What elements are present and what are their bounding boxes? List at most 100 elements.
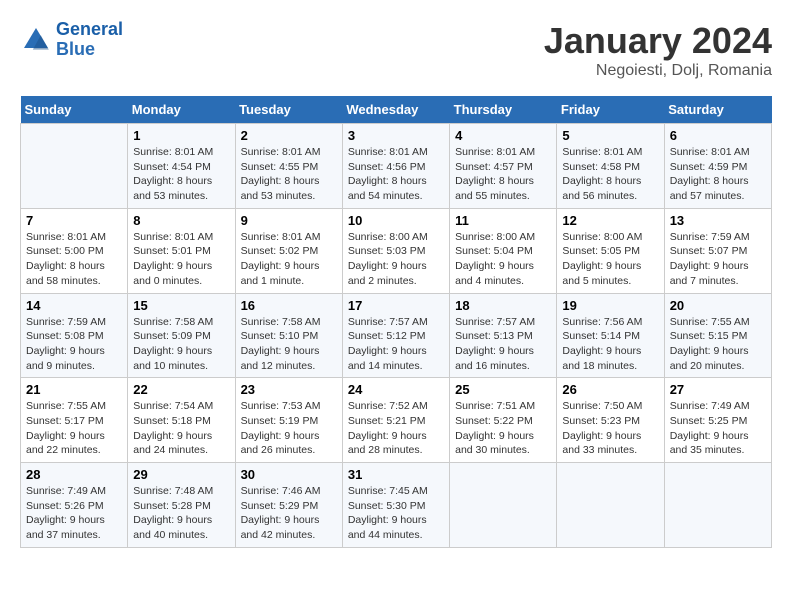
calendar-week-2: 7Sunrise: 8:01 AMSunset: 5:00 PMDaylight… — [21, 208, 772, 293]
calendar-cell: 27 Sunrise: 7:49 AMSunset: 5:25 PMDayligh… — [664, 378, 771, 463]
day-detail: Sunrise: 7:48 AMSunset: 5:28 PMDaylight:… — [133, 484, 229, 543]
day-detail: Sunrise: 7:55 AMSunset: 5:15 PMDaylight:… — [670, 315, 766, 374]
weekday-header-thursday: Thursday — [450, 96, 557, 124]
calendar-week-3: 14 Sunrise: 7:59 AMSunset: 5:08 PMDayligh… — [21, 293, 772, 378]
day-detail: Sunrise: 7:45 AMSunset: 5:30 PMDaylight:… — [348, 484, 444, 543]
logo-line1: General — [56, 19, 123, 39]
day-number: 20 — [670, 298, 766, 313]
day-number: 6 — [670, 128, 766, 143]
day-number: 27 — [670, 382, 766, 397]
day-detail: Sunrise: 7:56 AMSunset: 5:14 PMDaylight:… — [562, 315, 658, 374]
day-detail: Sunrise: 8:01 AMSunset: 4:55 PMDaylight:… — [241, 145, 337, 204]
calendar-cell: 24 Sunrise: 7:52 AMSunset: 5:21 PMDayligh… — [342, 378, 449, 463]
logo-line2: Blue — [56, 39, 95, 59]
calendar-cell: 15 Sunrise: 7:58 AMSunset: 5:09 PMDayligh… — [128, 293, 235, 378]
day-number: 14 — [26, 298, 122, 313]
weekday-header-tuesday: Tuesday — [235, 96, 342, 124]
calendar-week-5: 28 Sunrise: 7:49 AMSunset: 5:26 PMDayligh… — [21, 463, 772, 548]
day-detail: Sunrise: 8:00 AMSunset: 5:05 PMDaylight:… — [562, 230, 658, 289]
calendar-cell: 14 Sunrise: 7:59 AMSunset: 5:08 PMDayligh… — [21, 293, 128, 378]
day-number: 9 — [241, 213, 337, 228]
calendar-cell: 11 Sunrise: 8:00 AMSunset: 5:04 PMDayligh… — [450, 208, 557, 293]
calendar-cell — [450, 463, 557, 548]
logo-icon — [20, 24, 52, 56]
logo: General Blue — [20, 20, 123, 60]
day-number: 10 — [348, 213, 444, 228]
page-header: General Blue January 2024 Negoiesti, Dol… — [20, 20, 772, 80]
day-number: 24 — [348, 382, 444, 397]
weekday-header-saturday: Saturday — [664, 96, 771, 124]
calendar-week-1: 1 Sunrise: 8:01 AMSunset: 4:54 PMDaylight… — [21, 124, 772, 209]
day-detail: Sunrise: 7:59 AMSunset: 5:08 PMDaylight:… — [26, 315, 122, 374]
day-detail: Sunrise: 7:52 AMSunset: 5:21 PMDaylight:… — [348, 399, 444, 458]
day-number: 15 — [133, 298, 229, 313]
day-detail: Sunrise: 8:01 AMSunset: 4:54 PMDaylight:… — [133, 145, 229, 204]
day-number: 25 — [455, 382, 551, 397]
day-detail: Sunrise: 8:01 AMSunset: 4:58 PMDaylight:… — [562, 145, 658, 204]
calendar-cell: 21Sunrise: 7:55 AMSunset: 5:17 PMDayligh… — [21, 378, 128, 463]
day-number: 29 — [133, 467, 229, 482]
day-detail: Sunrise: 7:49 AMSunset: 5:26 PMDaylight:… — [26, 484, 122, 543]
day-detail: Sunrise: 8:00 AMSunset: 5:04 PMDaylight:… — [455, 230, 551, 289]
day-number: 3 — [348, 128, 444, 143]
day-number: 5 — [562, 128, 658, 143]
calendar-cell: 2 Sunrise: 8:01 AMSunset: 4:55 PMDaylight… — [235, 124, 342, 209]
weekday-header-sunday: Sunday — [21, 96, 128, 124]
calendar-cell: 23 Sunrise: 7:53 AMSunset: 5:19 PMDayligh… — [235, 378, 342, 463]
day-number: 19 — [562, 298, 658, 313]
day-detail: Sunrise: 7:57 AMSunset: 5:12 PMDaylight:… — [348, 315, 444, 374]
day-detail: Sunrise: 8:01 AMSunset: 5:00 PMDaylight:… — [26, 230, 122, 289]
day-number: 21 — [26, 382, 122, 397]
calendar-week-4: 21Sunrise: 7:55 AMSunset: 5:17 PMDayligh… — [21, 378, 772, 463]
calendar-cell: 28 Sunrise: 7:49 AMSunset: 5:26 PMDayligh… — [21, 463, 128, 548]
calendar-cell: 17Sunrise: 7:57 AMSunset: 5:12 PMDayligh… — [342, 293, 449, 378]
calendar-cell: 16Sunrise: 7:58 AMSunset: 5:10 PMDayligh… — [235, 293, 342, 378]
calendar-cell: 9 Sunrise: 8:01 AMSunset: 5:02 PMDaylight… — [235, 208, 342, 293]
day-number: 13 — [670, 213, 766, 228]
day-detail: Sunrise: 7:53 AMSunset: 5:19 PMDaylight:… — [241, 399, 337, 458]
day-detail: Sunrise: 7:51 AMSunset: 5:22 PMDaylight:… — [455, 399, 551, 458]
logo-text: General Blue — [56, 20, 123, 60]
calendar-cell: 6 Sunrise: 8:01 AMSunset: 4:59 PMDaylight… — [664, 124, 771, 209]
calendar-cell: 13Sunrise: 7:59 AMSunset: 5:07 PMDayligh… — [664, 208, 771, 293]
calendar-cell: 10Sunrise: 8:00 AMSunset: 5:03 PMDayligh… — [342, 208, 449, 293]
day-number: 11 — [455, 213, 551, 228]
calendar-cell: 26Sunrise: 7:50 AMSunset: 5:23 PMDayligh… — [557, 378, 664, 463]
day-detail: Sunrise: 8:01 AMSunset: 4:56 PMDaylight:… — [348, 145, 444, 204]
calendar-cell — [21, 124, 128, 209]
weekday-header-wednesday: Wednesday — [342, 96, 449, 124]
calendar-cell: 22 Sunrise: 7:54 AMSunset: 5:18 PMDayligh… — [128, 378, 235, 463]
day-detail: Sunrise: 8:01 AMSunset: 4:59 PMDaylight:… — [670, 145, 766, 204]
calendar-cell: 3 Sunrise: 8:01 AMSunset: 4:56 PMDaylight… — [342, 124, 449, 209]
day-detail: Sunrise: 7:54 AMSunset: 5:18 PMDaylight:… — [133, 399, 229, 458]
calendar-cell: 19 Sunrise: 7:56 AMSunset: 5:14 PMDayligh… — [557, 293, 664, 378]
day-number: 12 — [562, 213, 658, 228]
day-detail: Sunrise: 7:58 AMSunset: 5:09 PMDaylight:… — [133, 315, 229, 374]
day-number: 18 — [455, 298, 551, 313]
weekday-header-friday: Friday — [557, 96, 664, 124]
calendar-cell: 8Sunrise: 8:01 AMSunset: 5:01 PMDaylight… — [128, 208, 235, 293]
calendar-cell: 31Sunrise: 7:45 AMSunset: 5:30 PMDayligh… — [342, 463, 449, 548]
day-detail: Sunrise: 7:50 AMSunset: 5:23 PMDaylight:… — [562, 399, 658, 458]
calendar-cell: 20 Sunrise: 7:55 AMSunset: 5:15 PMDayligh… — [664, 293, 771, 378]
day-detail: Sunrise: 7:49 AMSunset: 5:25 PMDaylight:… — [670, 399, 766, 458]
calendar-cell: 30 Sunrise: 7:46 AMSunset: 5:29 PMDayligh… — [235, 463, 342, 548]
day-number: 30 — [241, 467, 337, 482]
calendar-cell — [664, 463, 771, 548]
day-number: 2 — [241, 128, 337, 143]
day-number: 4 — [455, 128, 551, 143]
calendar-cell: 25 Sunrise: 7:51 AMSunset: 5:22 PMDayligh… — [450, 378, 557, 463]
day-detail: Sunrise: 8:01 AMSunset: 5:01 PMDaylight:… — [133, 230, 229, 289]
calendar-cell: 18 Sunrise: 7:57 AMSunset: 5:13 PMDayligh… — [450, 293, 557, 378]
day-detail: Sunrise: 8:01 AMSunset: 5:02 PMDaylight:… — [241, 230, 337, 289]
day-number: 23 — [241, 382, 337, 397]
calendar-cell — [557, 463, 664, 548]
calendar-cell: 5 Sunrise: 8:01 AMSunset: 4:58 PMDaylight… — [557, 124, 664, 209]
calendar-cell: 7Sunrise: 8:01 AMSunset: 5:00 PMDaylight… — [21, 208, 128, 293]
day-detail: Sunrise: 7:57 AMSunset: 5:13 PMDaylight:… — [455, 315, 551, 374]
day-detail: Sunrise: 7:46 AMSunset: 5:29 PMDaylight:… — [241, 484, 337, 543]
day-detail: Sunrise: 7:58 AMSunset: 5:10 PMDaylight:… — [241, 315, 337, 374]
day-number: 28 — [26, 467, 122, 482]
day-number: 22 — [133, 382, 229, 397]
day-number: 1 — [133, 128, 229, 143]
